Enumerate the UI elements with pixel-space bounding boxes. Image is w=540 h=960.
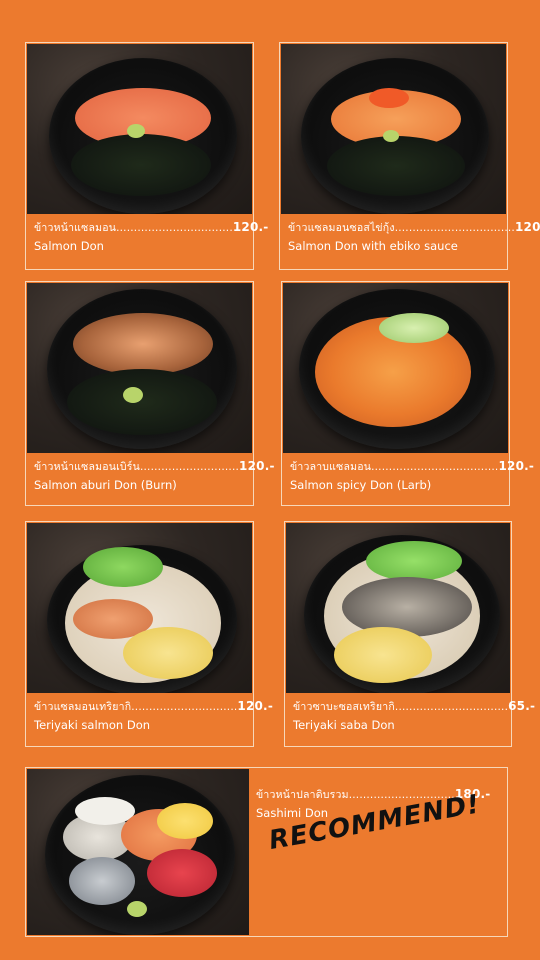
item-english-name: Salmon aburi Don (Burn) [34, 478, 177, 492]
menu-card-teriyaki-saba-don: ข้าวซาบะซอสเทริยากิ.....................… [284, 521, 535, 747]
item-thai-name: ข้าวแซลมอนซอสไข่กุ้ง [288, 222, 395, 234]
dish-photo [27, 44, 252, 214]
item-thai-name: ข้าวหน้าปลาดิบรวม [256, 789, 349, 801]
item-price: 65.- [508, 699, 536, 713]
item-thai-name: ข้าวหน้าแซลมอน [34, 222, 117, 234]
dish-photo [27, 283, 252, 453]
item-price: 120.- [514, 220, 540, 234]
item-price: 120.- [232, 220, 269, 234]
dish-photo [27, 769, 249, 935]
menu-card-teriyaki-salmon-don: ข้าวแซลมอนเทริยากิ......................… [25, 521, 273, 747]
leader-dots: ................................ [394, 701, 509, 713]
item-thai-name: ข้าวแซลมอนเทริยากิ [34, 701, 132, 713]
item-english-name: Salmon Don with ebiko sauce [288, 239, 458, 253]
leader-dots: ................................. [116, 222, 233, 234]
item-english-name: Teriyaki saba Don [293, 718, 395, 732]
item-english-name: Salmon Don [34, 239, 104, 253]
item-price: 120.- [239, 459, 275, 473]
item-english-name: Teriyaki salmon Don [34, 718, 151, 732]
item-price: 120.- [498, 459, 535, 473]
leader-dots: .................................. [394, 222, 515, 234]
item-thai-name: ข้าวหน้าแซลมอนเบิร์น [34, 461, 140, 473]
leader-dots: .................................... [371, 461, 499, 473]
menu-card-salmon-don: ข้าวหน้าแซลมอน..........................… [25, 42, 268, 270]
dish-photo [286, 523, 510, 693]
dish-photo [27, 523, 252, 693]
dish-photo [283, 283, 508, 453]
menu-card-salmon-aburi-don: ข้าวหน้าแซลมอนเบิร์น....................… [25, 281, 274, 506]
item-price: 120.- [237, 699, 273, 713]
menu-card-salmon-spicy-don: ข้าวลาบแซลมอน...........................… [281, 281, 534, 506]
item-english-name: Salmon spicy Don (Larb) [290, 478, 432, 492]
leader-dots: .............................. [131, 701, 238, 713]
item-thai-name: ข้าวซาบะซอสเทริยากิ [293, 701, 395, 713]
item-thai-name: ข้าวลาบแซลมอน [290, 461, 372, 473]
dish-photo [281, 44, 506, 214]
menu-card-salmon-don-ebiko: ข้าวแซลมอนซอสไข่กุ้ง....................… [279, 42, 540, 270]
menu-card-sashimi-don: ข้าวหน้าปลาดิบรวม.......................… [25, 767, 508, 937]
leader-dots: ............................ [139, 461, 240, 473]
